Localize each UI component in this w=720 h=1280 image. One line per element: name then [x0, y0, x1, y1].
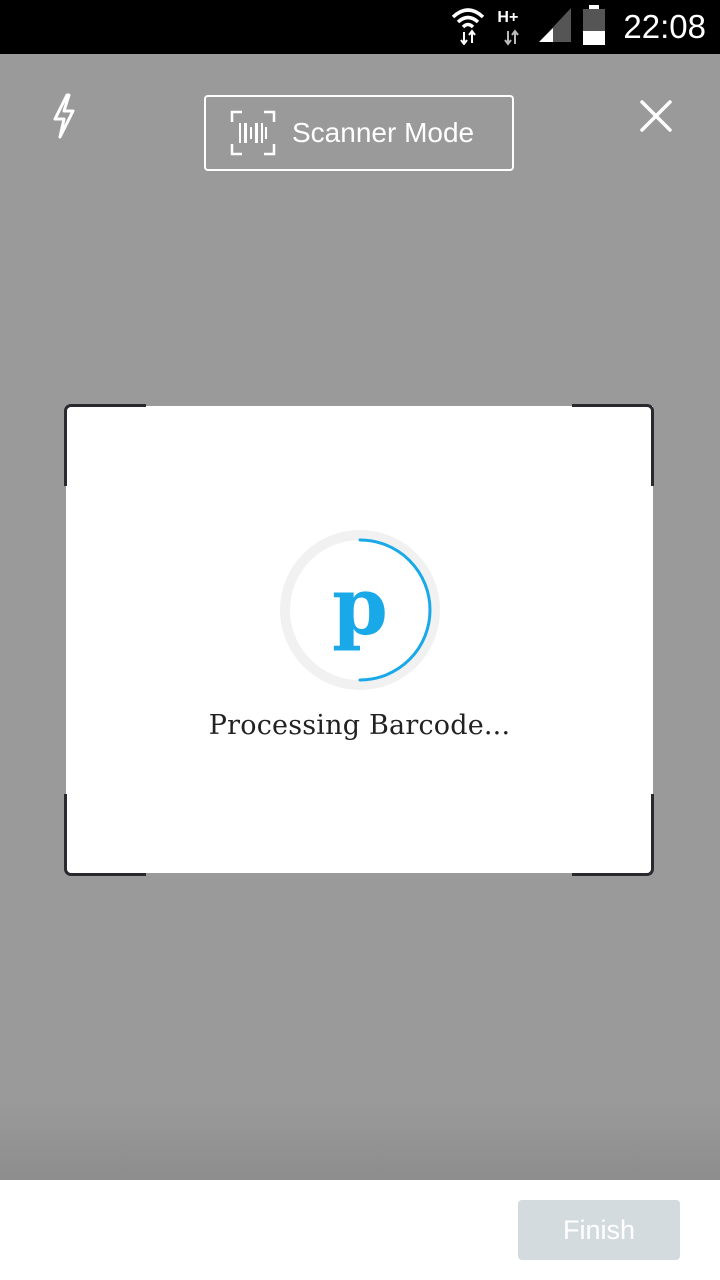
close-icon [639, 99, 673, 138]
logo-letter: p [332, 559, 388, 653]
wifi-icon [451, 5, 485, 50]
finish-button[interactable]: Finish [518, 1200, 680, 1260]
loading-spinner: p [278, 528, 442, 692]
battery-icon [583, 4, 606, 50]
status-bar: H+ 22:08 [0, 0, 720, 54]
barcode-scan-icon [230, 110, 276, 156]
status-clock: 22:08 [623, 8, 706, 45]
scanner-mode-label: Scanner Mode [292, 117, 475, 148]
scan-frame-corner-bottom-right [572, 794, 654, 876]
mobile-data-icon: H+ [497, 7, 527, 47]
bottom-action-bar: Finish [0, 1180, 720, 1280]
flash-icon [51, 93, 77, 144]
scanner-mode-button[interactable]: Scanner Mode [204, 95, 514, 171]
processing-status-text: Processing Barcode... [208, 710, 511, 741]
close-button[interactable] [630, 92, 682, 144]
scan-frame-corner-top-right [572, 404, 654, 486]
status-icons: H+ 22:08 [451, 0, 706, 54]
scan-frame-corner-top-left [64, 404, 146, 486]
scan-frame-corner-bottom-left [64, 794, 146, 876]
signal-icon [539, 7, 572, 47]
flash-toggle-button[interactable] [44, 92, 84, 144]
